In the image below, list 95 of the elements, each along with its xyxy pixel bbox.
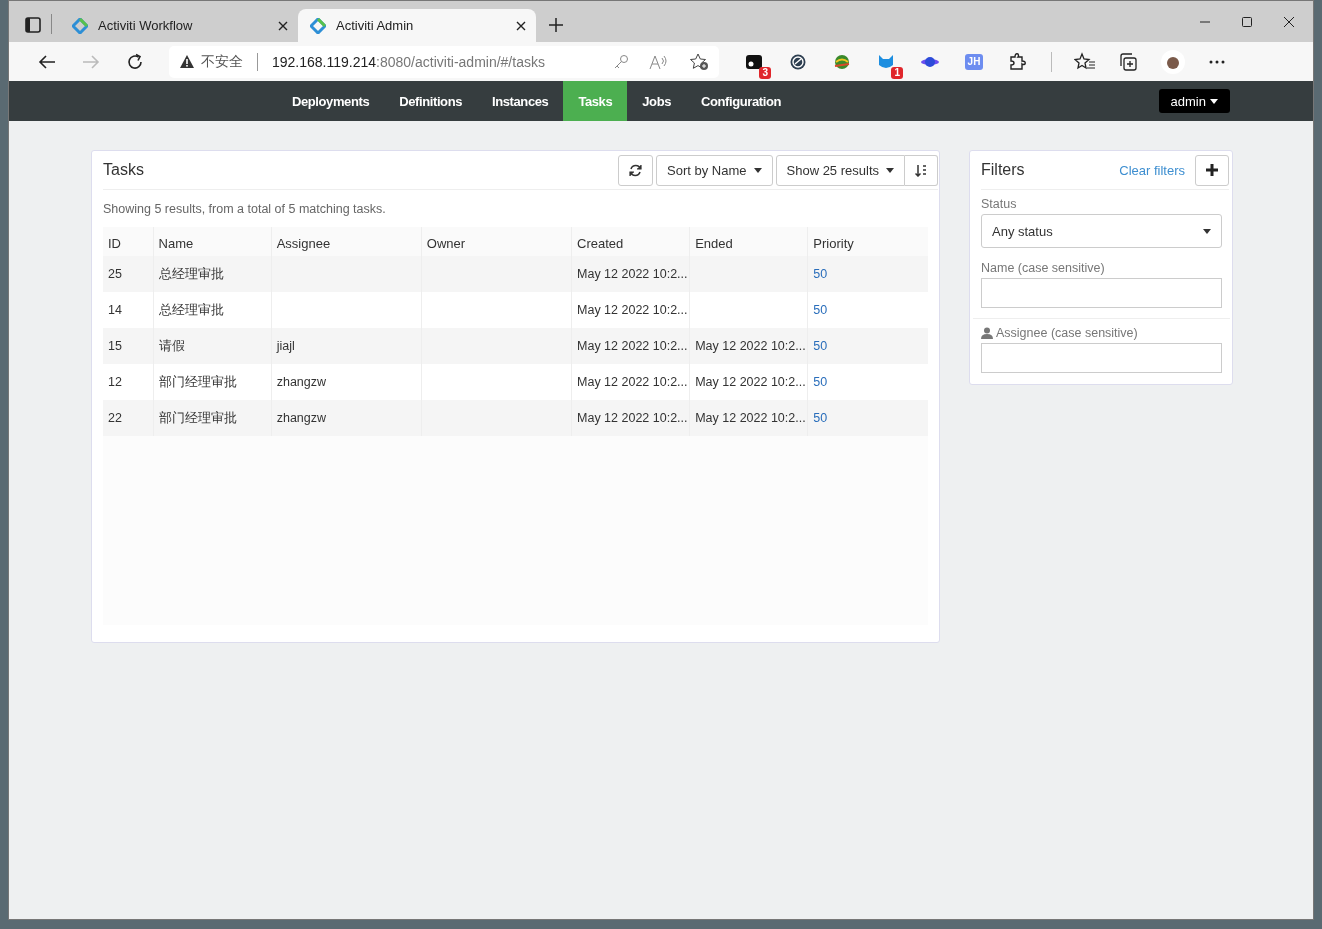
browser-tab[interactable]: Activiti Admin (298, 9, 536, 42)
table-cell: May 12 2022 10:2... (577, 375, 688, 389)
nav-tab[interactable]: Definitions (384, 81, 477, 121)
warning-icon (179, 54, 195, 69)
puzzle-icon[interactable] (1007, 51, 1027, 72)
column-header: Owner (421, 227, 572, 256)
table-cell: 50 (813, 303, 828, 317)
security-label: 不安全 (201, 52, 243, 71)
tab-title: Activiti Admin (336, 18, 415, 33)
column-header: ID (103, 227, 154, 256)
table-cell: May 12 2022 10:2... (577, 411, 688, 425)
nav-tab[interactable]: Instances (477, 81, 564, 121)
cat-icon[interactable] (877, 52, 895, 71)
table-cell: 50 (813, 375, 828, 389)
caret-icon (1210, 98, 1218, 104)
refresh-icon (629, 163, 642, 177)
column-header: Priority (807, 227, 928, 256)
field-label: Status (981, 197, 1018, 211)
user-menu-button[interactable]: admin (1158, 89, 1230, 113)
add-filter-button[interactable] (1195, 154, 1229, 186)
nav-tab[interactable]: Jobs (627, 81, 687, 121)
sort-dropdown[interactable]: Sort by Name (656, 154, 773, 186)
table-cell: May 12 2022 10:2... (695, 411, 806, 425)
read-aloud-icon[interactable] (649, 53, 669, 70)
column-header: Created (571, 227, 690, 256)
globe-icon[interactable] (832, 52, 852, 71)
close-icon[interactable] (1283, 15, 1295, 28)
table-cell[interactable]: 15 (108, 339, 122, 353)
table-cell: 总经理审批 (158, 302, 224, 317)
column-header: Ended (689, 227, 808, 256)
nav-tab[interactable]: Deployments (277, 81, 385, 121)
refresh-icon[interactable] (126, 52, 144, 71)
table-cell[interactable]: 12 (108, 375, 122, 389)
table-cell[interactable]: 22 (108, 411, 122, 425)
favorites-icon[interactable] (1074, 51, 1096, 72)
panel-title: Filters (981, 161, 1026, 179)
table-cell[interactable]: 14 (108, 303, 122, 317)
field-label: Name (case sensitive) (981, 261, 1106, 275)
sort-order-icon (915, 163, 927, 177)
table-cell: 部门经理审批 (158, 410, 237, 425)
address-bar[interactable]: 不安全 192.168.119.214:8080/activiti-admin/#/tasks (169, 45, 719, 78)
diamond-icon (310, 17, 326, 34)
table-cell: May 12 2022 10:2... (695, 339, 806, 353)
column-header: Name (153, 227, 272, 256)
page-size-dropdown[interactable]: Show 25 results (775, 154, 905, 186)
planet-icon[interactable] (920, 54, 940, 69)
table-cell: May 12 2022 10:2... (577, 339, 688, 353)
table-cell: 50 (813, 267, 828, 281)
clear-filters-link[interactable]: Clear filters (1119, 162, 1185, 178)
plus-icon (1206, 164, 1218, 176)
tab-title: Activiti Workflow (98, 18, 194, 33)
table-cell: May 12 2022 10:2... (577, 303, 688, 317)
caret-icon (1203, 228, 1211, 234)
table-cell: zhangzw (276, 411, 327, 425)
extension-icon[interactable] (789, 52, 807, 71)
table-cell[interactable]: 25 (108, 267, 122, 281)
browser-tab[interactable]: Activiti Workflow (60, 9, 298, 42)
back-icon[interactable] (38, 53, 56, 70)
table-cell: jiajl (276, 339, 295, 353)
table-cell: May 12 2022 10:2... (577, 267, 688, 281)
table-cell: 请假 (158, 338, 185, 353)
star-add-icon[interactable] (689, 52, 709, 71)
key-icon[interactable] (613, 53, 629, 70)
table-cell: May 12 2022 10:2... (695, 375, 806, 389)
panel-title: Tasks (103, 161, 145, 179)
close-icon[interactable] (516, 20, 526, 31)
table-cell: 50 (813, 411, 828, 425)
extension-icon[interactable] (745, 53, 763, 70)
nav-tab[interactable]: Configuration (686, 81, 797, 121)
maximize-icon[interactable] (1241, 15, 1253, 28)
new-tab-icon[interactable] (548, 17, 564, 33)
table-cell: 部门经理审批 (158, 374, 237, 389)
caret-icon (886, 167, 894, 173)
caret-icon (753, 167, 762, 173)
diamond-icon (72, 17, 88, 34)
sidebar-icon[interactable] (23, 15, 43, 35)
table-cell: 50 (813, 339, 828, 353)
input-field[interactable] (981, 278, 1222, 308)
collections-icon[interactable] (1118, 51, 1138, 72)
profile-avatar-icon[interactable] (1160, 48, 1186, 75)
table-cell: 总经理审批 (158, 266, 224, 281)
person-icon (981, 327, 993, 339)
column-header: Assignee (271, 227, 422, 256)
sort-order-button[interactable] (905, 154, 938, 186)
field-label: Assignee (case sensitive) (996, 326, 1138, 340)
close-icon[interactable] (278, 20, 288, 31)
more-icon[interactable] (1208, 58, 1226, 65)
notification-badge: 3 (759, 66, 771, 79)
notification-badge: 1 (891, 66, 903, 79)
status-dropdown[interactable]: Any status (981, 214, 1222, 248)
results-summary: Showing 5 results, from a total of 5 matching tasks. (102, 201, 387, 218)
refresh-button[interactable] (618, 154, 653, 186)
input-field[interactable] (981, 343, 1222, 373)
url-text: 192.168.119.214:8080/activiti-admin/#/tasks (272, 53, 546, 70)
table-cell: zhangzw (276, 375, 327, 389)
